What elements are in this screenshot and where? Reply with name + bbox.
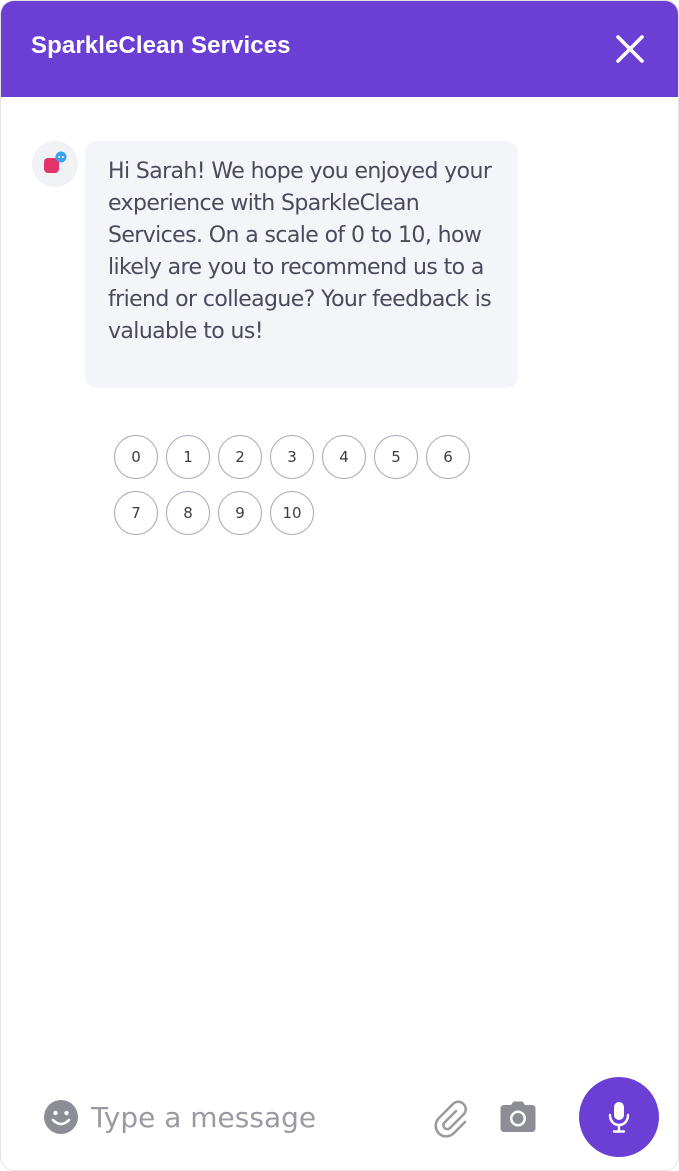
rating-option-10[interactable]: 10 bbox=[270, 491, 314, 535]
rating-option-8[interactable]: 8 bbox=[166, 491, 210, 535]
emoji-icon bbox=[44, 1100, 78, 1134]
bot-avatar bbox=[32, 141, 78, 187]
rating-option-5[interactable]: 5 bbox=[374, 435, 418, 479]
bot-message-bubble: Hi Sarah! We hope you enjoyed your exper… bbox=[85, 141, 518, 388]
chat-header: SparkleClean Services bbox=[1, 1, 678, 97]
rating-option-0[interactable]: 0 bbox=[114, 435, 158, 479]
message-input[interactable] bbox=[91, 1097, 411, 1137]
rating-options-row-2: 7 8 9 10 bbox=[114, 491, 314, 535]
microphone-button[interactable] bbox=[579, 1077, 659, 1157]
rating-option-4[interactable]: 4 bbox=[322, 435, 366, 479]
emoji-button[interactable] bbox=[43, 1099, 79, 1135]
rating-option-2[interactable]: 2 bbox=[218, 435, 262, 479]
rating-option-3[interactable]: 3 bbox=[270, 435, 314, 479]
chat-bubble-logo-icon bbox=[44, 151, 67, 173]
close-icon bbox=[616, 35, 644, 63]
paperclip-icon bbox=[434, 1100, 468, 1138]
chat-title: SparkleClean Services bbox=[31, 32, 291, 59]
microphone-icon bbox=[608, 1102, 630, 1133]
rating-option-6[interactable]: 6 bbox=[426, 435, 470, 479]
attach-button[interactable] bbox=[431, 1098, 471, 1138]
rating-option-9[interactable]: 9 bbox=[218, 491, 262, 535]
close-button[interactable] bbox=[614, 33, 646, 65]
camera-icon bbox=[500, 1101, 536, 1132]
chat-widget: SparkleClean Services Hi Sarah! We hope … bbox=[0, 0, 679, 1171]
camera-button[interactable] bbox=[500, 1101, 536, 1133]
rating-options-row-1: 0 1 2 3 4 5 6 bbox=[114, 435, 470, 479]
rating-option-1[interactable]: 1 bbox=[166, 435, 210, 479]
rating-option-7[interactable]: 7 bbox=[114, 491, 158, 535]
message-composer bbox=[1, 1077, 678, 1157]
